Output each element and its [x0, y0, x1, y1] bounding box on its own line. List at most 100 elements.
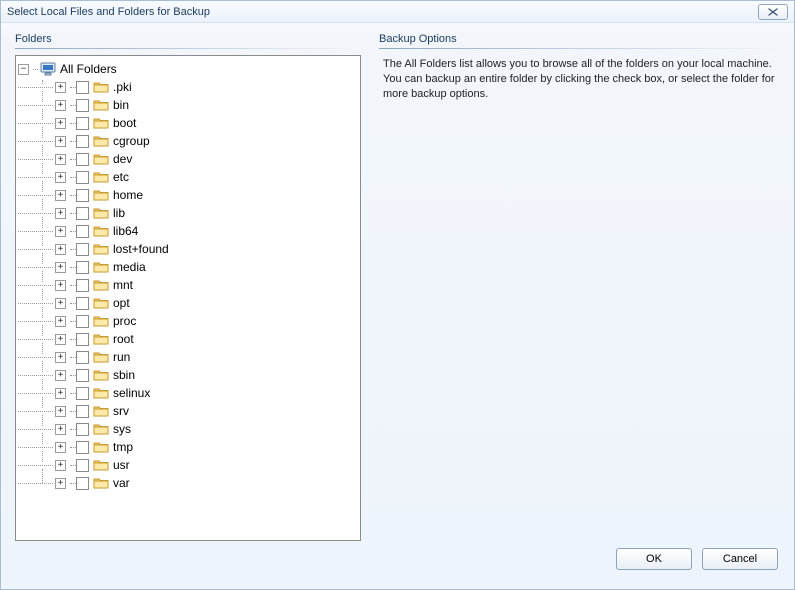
close-icon	[767, 8, 779, 16]
expand-icon[interactable]: +	[55, 226, 66, 237]
folder-icon	[93, 134, 109, 148]
tree-row[interactable]: +run	[18, 348, 358, 366]
tree-row[interactable]: +lib	[18, 204, 358, 222]
tree-row[interactable]: + usr	[18, 456, 358, 474]
expand-icon[interactable]: +	[55, 118, 66, 129]
folder-checkbox[interactable]	[76, 225, 89, 238]
folder-tree[interactable]: −All Folders+.pki+bin+boot+cgroup+dev+et…	[15, 55, 361, 541]
tree-row[interactable]: +tmp	[18, 438, 358, 456]
folder-checkbox[interactable]	[76, 333, 89, 346]
folder-checkbox[interactable]	[76, 279, 89, 292]
folder-checkbox[interactable]	[76, 315, 89, 328]
tree-row[interactable]: +cgroup	[18, 132, 358, 150]
folder-label: usr	[113, 458, 130, 472]
expand-icon[interactable]: +	[55, 208, 66, 219]
expand-icon[interactable]: +	[55, 172, 66, 183]
tree-row[interactable]: +bin	[18, 96, 358, 114]
tree-row[interactable]: + lost+found	[18, 240, 358, 258]
expand-icon[interactable]: +	[55, 478, 66, 489]
tree-row[interactable]: +selinux	[18, 384, 358, 402]
tree-row[interactable]: +home	[18, 186, 358, 204]
expand-icon[interactable]: +	[55, 370, 66, 381]
tree-root-row[interactable]: − All Folders	[18, 60, 358, 78]
folder-icon	[93, 116, 109, 130]
folder-icon	[93, 260, 109, 274]
folder-checkbox[interactable]	[76, 243, 89, 256]
tree-row[interactable]: +proc	[18, 312, 358, 330]
tree-row[interactable]: +boot	[18, 114, 358, 132]
folder-icon	[93, 188, 109, 202]
folder-checkbox[interactable]	[76, 189, 89, 202]
expand-icon[interactable]: +	[55, 244, 66, 255]
collapse-icon[interactable]: −	[18, 64, 29, 75]
tree-row[interactable]: +root	[18, 330, 358, 348]
tree-row[interactable]: +sbin	[18, 366, 358, 384]
expand-icon[interactable]: +	[55, 388, 66, 399]
expand-icon[interactable]: +	[55, 460, 66, 471]
folder-label: .pki	[113, 80, 132, 94]
close-button[interactable]	[758, 4, 788, 20]
tree-indent: −	[18, 64, 40, 75]
folder-checkbox[interactable]	[76, 297, 89, 310]
tree-indent: +	[18, 406, 76, 417]
tree-indent: +	[18, 100, 76, 111]
folder-checkbox[interactable]	[76, 477, 89, 490]
tree-row[interactable]: +srv	[18, 402, 358, 420]
tree-root-label: All Folders	[60, 62, 117, 76]
expand-icon[interactable]: +	[55, 334, 66, 345]
folder-icon	[93, 206, 109, 220]
folder-icon	[93, 386, 109, 400]
folder-checkbox[interactable]	[76, 207, 89, 220]
ok-button[interactable]: OK	[616, 548, 692, 570]
dialog-content: Folders −All Folders+.pki+bin+boot+cgrou…	[1, 23, 794, 589]
folder-label: lost+found	[113, 242, 169, 256]
tree-row[interactable]: +opt	[18, 294, 358, 312]
tree-indent: +	[18, 460, 76, 471]
folder-checkbox[interactable]	[76, 369, 89, 382]
expand-icon[interactable]: +	[55, 154, 66, 165]
tree-row[interactable]: +var	[18, 474, 358, 492]
folder-checkbox[interactable]	[76, 153, 89, 166]
tree-indent: +	[18, 190, 76, 201]
tree-row[interactable]: +lib64	[18, 222, 358, 240]
expand-icon[interactable]: +	[55, 316, 66, 327]
tree-row[interactable]: +sys	[18, 420, 358, 438]
folder-checkbox[interactable]	[76, 171, 89, 184]
expand-icon[interactable]: +	[55, 298, 66, 309]
folder-checkbox[interactable]	[76, 81, 89, 94]
expand-icon[interactable]: +	[55, 262, 66, 273]
folder-icon	[93, 80, 109, 94]
folder-checkbox[interactable]	[76, 351, 89, 364]
expand-icon[interactable]: +	[55, 406, 66, 417]
expand-icon[interactable]: +	[55, 190, 66, 201]
tree-row[interactable]: +dev	[18, 150, 358, 168]
folder-checkbox[interactable]	[76, 441, 89, 454]
folder-checkbox[interactable]	[76, 405, 89, 418]
expand-icon[interactable]: +	[55, 424, 66, 435]
expand-icon[interactable]: +	[55, 136, 66, 147]
folder-checkbox[interactable]	[76, 135, 89, 148]
folder-checkbox[interactable]	[76, 387, 89, 400]
tree-indent: +	[18, 208, 76, 219]
backup-options-description: The All Folders list allows you to brows…	[379, 57, 780, 102]
folder-icon	[93, 332, 109, 346]
tree-row[interactable]: + .pki	[18, 78, 358, 96]
tree-row[interactable]: +media	[18, 258, 358, 276]
cancel-button[interactable]: Cancel	[702, 548, 778, 570]
folder-checkbox[interactable]	[76, 459, 89, 472]
folder-checkbox[interactable]	[76, 423, 89, 436]
folder-icon	[93, 350, 109, 364]
expand-icon[interactable]: +	[55, 280, 66, 291]
expand-icon[interactable]: +	[55, 82, 66, 93]
computer-icon	[40, 62, 56, 76]
folder-label: etc	[113, 170, 129, 184]
tree-row[interactable]: + etc	[18, 168, 358, 186]
folder-checkbox[interactable]	[76, 117, 89, 130]
folder-checkbox[interactable]	[76, 99, 89, 112]
tree-indent: +	[18, 172, 76, 183]
expand-icon[interactable]: +	[55, 100, 66, 111]
expand-icon[interactable]: +	[55, 442, 66, 453]
tree-row[interactable]: +mnt	[18, 276, 358, 294]
expand-icon[interactable]: +	[55, 352, 66, 363]
folder-checkbox[interactable]	[76, 261, 89, 274]
